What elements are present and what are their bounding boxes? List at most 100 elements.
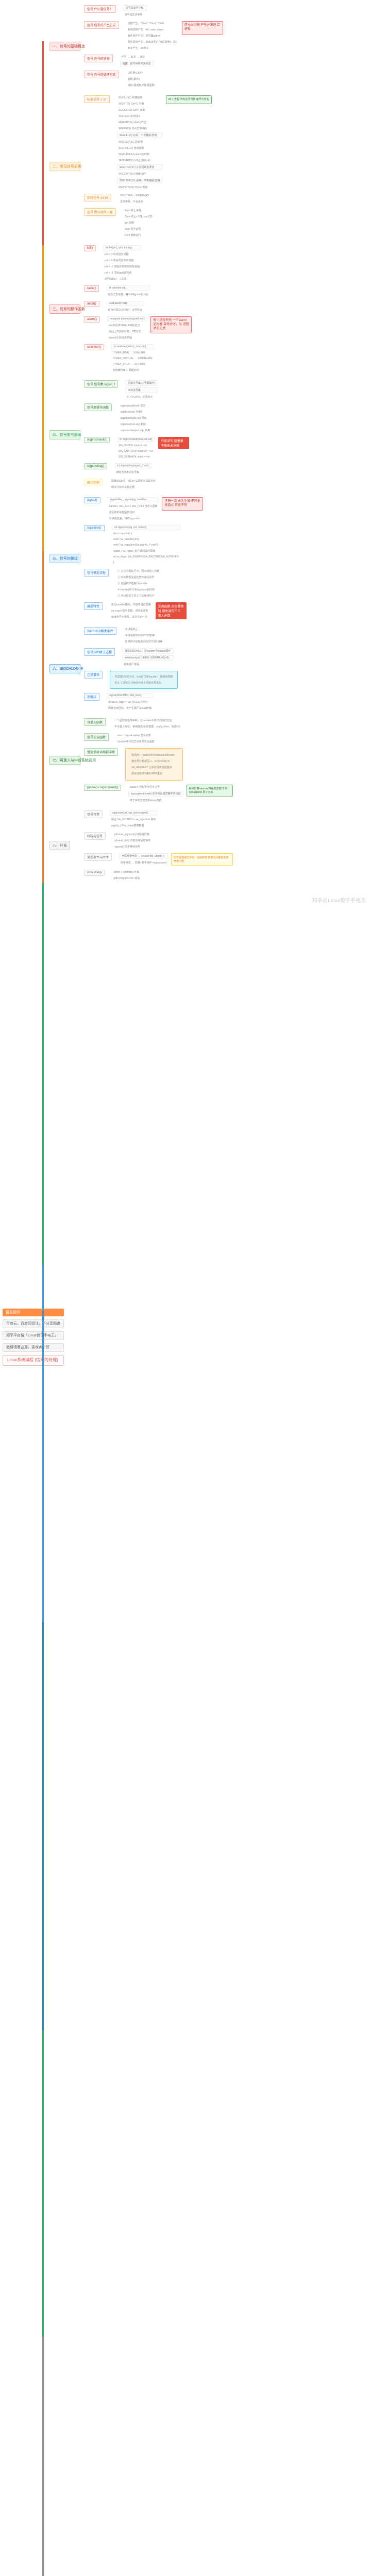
leaf-node[interactable]: 读取当前未决信号集	[114, 470, 152, 474]
leaf-node[interactable]: pthread_sigmask() 线程级屏蔽	[113, 832, 152, 837]
leaf-node[interactable]: SIGKILL(9) 必杀，不可捕捉/忽略	[117, 132, 163, 138]
branch-label[interactable]: 注意事项	[84, 671, 103, 679]
leaf-node[interactable]: 或 sa.sa_flags = SA_NOCLDWAIT;	[107, 700, 154, 704]
leaf-node[interactable]: 屏蔽SIGINT，按Ctrl+C观察未决集变化	[110, 479, 157, 483]
leaf-node[interactable]: SIGILL(4) 非法指令	[117, 114, 163, 118]
leaf-node[interactable]: 给自己发SIGABRT，必然终止	[107, 308, 144, 312]
branch-label[interactable]: 慢速系统调用被中断	[84, 748, 118, 756]
section-label[interactable]: 七、可重入与中断系统调用	[49, 756, 80, 765]
leaf-node[interactable]: 捕捉(调用用户处理函数)	[126, 83, 157, 88]
section-label[interactable]: 五、信号的捕捉	[49, 554, 80, 563]
leaf-node[interactable]: 信号是异步事件	[123, 12, 146, 17]
section-label[interactable]: 八、补充	[49, 841, 70, 850]
leaf-node[interactable]: unsigned alarm(unsigned sec);	[107, 316, 147, 321]
branch-label[interactable]: 练习示例	[84, 479, 103, 486]
leaf-node[interactable]: void (*sa_sigaction)(int,siginfo_t*,void…	[112, 543, 180, 547]
leaf-node[interactable]: Ign 忽略	[123, 221, 155, 225]
leaf-node[interactable]: pause() 挂起等待任意信号	[128, 785, 183, 789]
leaf-node[interactable]: int raise(int sig);	[106, 285, 150, 291]
leaf-node[interactable]: 可移植性差，推荐sigaction	[108, 516, 159, 521]
leaf-node[interactable]: ③ 返回用户态执行handler	[116, 581, 161, 586]
section-label[interactable]: 四、信号集与屏蔽	[49, 430, 80, 439]
leaf-node[interactable]: 执行handler期间，本信号自动屏蔽	[110, 602, 153, 607]
leaf-node[interactable]: sigfillset(set) 全置1	[119, 410, 152, 414]
branch-label[interactable]: pause() / sigsuspend()	[84, 785, 121, 791]
leaf-node[interactable]: 先屏蔽SIGCHLD，fork后注册handler，再解除屏蔽	[113, 674, 174, 679]
leaf-node[interactable]: Cont 继续运行	[123, 233, 155, 238]
leaf-node[interactable]: ulimit -c unlimited 开启	[112, 870, 141, 874]
leaf-node[interactable]: 配合 SA_SIGINFO + sa_sigaction 接收	[110, 817, 157, 822]
leaf-node[interactable]: 阻塞：信号保持未决状态	[120, 61, 154, 66]
branch-label[interactable]: kill()	[84, 245, 96, 251]
leaf-node[interactable]: 防止子进程在注册前已终止导致信号丢失	[113, 681, 174, 685]
leaf-node[interactable]: ITIMER_REAL → SIGALRM	[111, 351, 154, 355]
leaf-node[interactable]: sigemptyset(set) 清空	[119, 403, 152, 408]
leaf-node[interactable]: SIGHUP(1) 终端挂断	[117, 95, 163, 100]
leaf-node[interactable]: sa_mask 额外屏蔽，返回后恢复	[110, 608, 153, 613]
leaf-node[interactable]: 均在PCB中，位图表示	[125, 395, 158, 399]
leaf-node[interactable]: pthread_kill() 向指定线程发信号	[113, 838, 152, 843]
branch-label[interactable]: 信号 默认动作五类	[84, 208, 116, 216]
leaf-node[interactable]: 用于实现无竞态的sleep替代	[128, 798, 183, 803]
leaf-node[interactable]: int sigpending(sigset_t *set);	[114, 463, 152, 468]
branch-label[interactable]: 信号捕捉流程	[84, 569, 109, 577]
branch-label[interactable]: sigaction()	[84, 525, 105, 531]
leaf-node[interactable]: sigwait() 同步等待信号	[113, 844, 152, 849]
leaf-node[interactable]: 内核自动回收，不产生僵尸(Linux特有)	[107, 706, 154, 710]
leaf-node[interactable]: };	[112, 561, 180, 565]
leaf-node[interactable]: man 7 signal-safety 查看列表	[116, 733, 156, 738]
leaf-node[interactable]: 子进程终止	[124, 627, 164, 632]
leaf-node[interactable]: 返回0成功，-1失败	[103, 277, 141, 281]
leaf-node[interactable]: sigaddset(set,sig) 添加	[119, 416, 152, 420]
branch-label[interactable]: 捕捉特性	[84, 602, 103, 610]
leaf-node[interactable]: SIGALRM(14) alarm定时到	[117, 152, 163, 157]
branch-label[interactable]: 信号传参	[84, 810, 103, 818]
leaf-node[interactable]: sigismember(set,sig) 判断	[119, 428, 152, 433]
leaf-node[interactable]: SIG_UNBLOCK mask &= ~set	[117, 449, 155, 453]
leaf-node[interactable]: gdb program core 调试	[112, 876, 141, 880]
leaf-node[interactable]: int sigprocmask(how,set,old);	[117, 437, 155, 442]
leaf-node[interactable]: Stop 暂停进程	[123, 227, 155, 231]
leaf-node[interactable]: handler: SIG_IGN / SIG_DFL / 自定义函数	[108, 504, 159, 509]
branch-label[interactable]: 信号法回收子进程	[84, 648, 115, 656]
branch-label[interactable]: sigpending()	[84, 463, 107, 469]
leaf-node[interactable]: 执行默认动作	[126, 71, 157, 75]
branch-label[interactable]: sigprocmask()	[84, 437, 110, 443]
leaf-node[interactable]: 产生 → 未决 → 递达	[120, 55, 154, 59]
branch-label[interactable]: 可重入函数	[84, 718, 106, 726]
leaf-node[interactable]: 信号是软件中断	[123, 5, 146, 11]
branch-label[interactable]: 信号 信号的产生方式	[84, 21, 119, 29]
branch-label[interactable]: abort()	[84, 301, 99, 307]
section-label[interactable]: 三、信号的操作函数	[49, 304, 80, 314]
leaf-node[interactable]: SIGFPE(8) 浮点异常/除0	[117, 126, 163, 131]
leaf-node[interactable]: 子进程收到SIGSTOP暂停	[124, 633, 164, 638]
leaf-node[interactable]: 循环打印未决集位图	[110, 485, 157, 489]
leaf-node[interactable]: ① 主控流程执行中，因中断陷入内核	[116, 569, 161, 573]
leaf-node[interactable]: int sigaction(sig, act, oldact);	[112, 525, 180, 530]
branch-label[interactable]: raise()	[84, 285, 99, 292]
leaf-node[interactable]: void (*sa_handler)(int);	[112, 537, 180, 541]
leaf-node[interactable]: SIGTSTP(20) Ctrl+Z 暂停	[117, 185, 163, 190]
leaf-node[interactable]: 支持微秒级 + 周期定时	[111, 368, 154, 372]
leaf-node[interactable]: 命令产生：kill命令	[126, 46, 179, 50]
leaf-node[interactable]: 未决信号集	[125, 387, 158, 393]
leaf-node[interactable]: 不可重入特征：使用静态/全局数据、malloc/free、标准I/O	[113, 724, 182, 729]
leaf-node[interactable]: ② 内核处理完后检查可递达信号	[116, 575, 161, 580]
leaf-node[interactable]: 慢调用：read/write/wait/pause/accept…	[130, 753, 178, 757]
leaf-node[interactable]: sigdelset(set,sig) 删除	[119, 422, 152, 427]
leaf-node[interactable]: 捕捉SIGCHLD，在handler中waitpid循环	[122, 648, 173, 654]
branch-label[interactable]: 信号安全函数	[84, 733, 109, 741]
leaf-node[interactable]: 阻塞信号集(信号屏蔽字)	[125, 380, 158, 386]
leaf-node[interactable]: SIGSTOP(19) 必停，不可捕捉/忽略	[117, 178, 163, 183]
leaf-node[interactable]: 被信号打断返回-1，errno=EINTR	[130, 759, 178, 764]
leaf-node[interactable]: ④ handler执行完sigreturn回内核	[116, 587, 161, 592]
leaf-node[interactable]: struct sigaction {	[112, 532, 180, 536]
branch-label[interactable]: setitimer()	[84, 344, 104, 350]
leaf-node[interactable]: sigset_t sa_mask; 执行期间临时屏蔽	[112, 549, 180, 553]
branch-label[interactable]: 线程与信号	[84, 832, 106, 840]
leaf-node[interactable]: 给自己发信号，等价kill(getpid(),sig)	[106, 292, 150, 297]
leaf-node[interactable]: SA_RESTART 让系统调用自动重启	[130, 765, 178, 770]
branch-label[interactable]: 信号 什么是信号？	[84, 5, 116, 13]
leaf-node[interactable]: SIGRTMIN ~ SIGRTMAX	[119, 194, 150, 198]
branch-label[interactable]: 实时信号 34-64	[84, 194, 111, 201]
